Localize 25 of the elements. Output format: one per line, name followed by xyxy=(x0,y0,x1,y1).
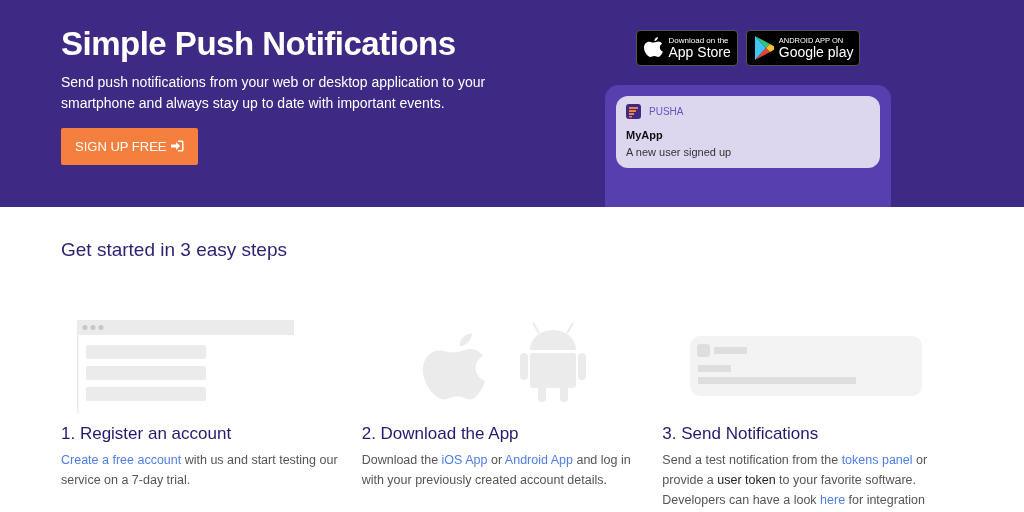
badge-caption: Download on the xyxy=(668,36,730,45)
hero-title: Simple Push Notifications xyxy=(61,24,457,64)
signup-button[interactable]: SIGN UP FREE xyxy=(61,127,198,166)
hero-subtitle: Send push notifications from your web or desktop application to your smartphone and always stay up to date with important events. xyxy=(61,72,487,113)
text-link[interactable]: Create a free account xyxy=(61,453,182,468)
notification-title: MyApp xyxy=(626,128,664,143)
step-title: 1. Register an account xyxy=(61,423,233,445)
sign-in-icon xyxy=(170,140,184,153)
badge-title: App Store xyxy=(668,45,731,60)
play-store-icon xyxy=(752,35,775,61)
step-description: Send a test notification from the tokens panel or provide a user token to your favorite software. Developers can have a look here for integration xyxy=(662,452,929,510)
app-store-badge[interactable]: Download on the App Store xyxy=(635,30,738,66)
app-logo-icon xyxy=(626,104,641,119)
step-description: Download the iOS App or Android App and log in with your previously created account details. xyxy=(361,452,632,490)
badge-title: Google play xyxy=(778,45,854,60)
step-title: 3. Send Notifications xyxy=(662,423,820,445)
step-title: 2. Download the App xyxy=(361,423,520,445)
text-link[interactable]: tokens panel xyxy=(841,453,913,468)
section-heading: Get started in 3 easy steps xyxy=(61,239,288,262)
notification-app-name: PUSHA xyxy=(649,105,684,119)
notification-message: A new user signed up xyxy=(626,144,733,160)
step-description: Create a free account with us and start testing our service on a 7-day trial. xyxy=(61,452,339,490)
text-link[interactable]: here xyxy=(820,493,846,508)
text-link[interactable]: iOS App xyxy=(441,453,488,468)
text-link[interactable]: Android App xyxy=(504,453,573,468)
